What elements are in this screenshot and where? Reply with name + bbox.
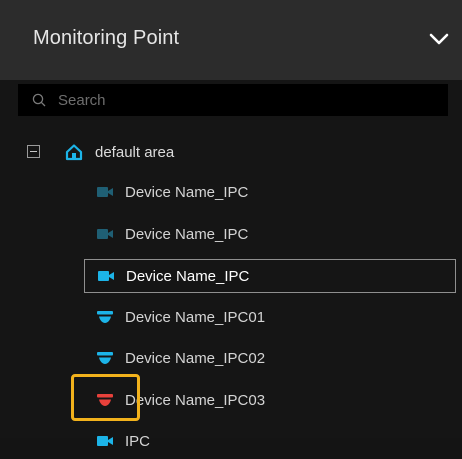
tree-item-label: Device Name_IPC	[126, 268, 250, 285]
camera-offline-icon	[96, 185, 114, 199]
panel-header[interactable]: Monitoring Point	[0, 0, 462, 80]
dome-camera-online-icon	[96, 351, 114, 365]
tree-item-label: Device Name_IPC03	[125, 392, 266, 409]
tree-item-device[interactable]: IPC	[84, 425, 456, 459]
collapse-toggle[interactable]	[27, 145, 40, 158]
tree-item-device[interactable]: Device Name_IPC	[84, 218, 456, 252]
tree-node-label: default area	[95, 144, 175, 161]
search-box[interactable]	[18, 84, 448, 116]
monitoring-point-panel: Monitoring Point default area Device Nam…	[0, 0, 462, 450]
tree-item-device[interactable]: Device Name_IPC	[84, 259, 456, 293]
camera-online-icon	[96, 434, 114, 448]
dome-camera-online-icon	[96, 310, 114, 324]
tree-item-label: Device Name_IPC	[125, 184, 249, 201]
tree-item-device[interactable]: Device Name_IPC01	[84, 301, 456, 335]
panel-title: Monitoring Point	[33, 27, 180, 49]
home-icon	[65, 144, 83, 161]
tree-item-label: Device Name_IPC02	[125, 350, 266, 367]
camera-offline-icon	[96, 227, 114, 241]
search-icon	[32, 93, 46, 107]
dome-camera-alarm-icon	[96, 393, 114, 407]
chevron-down-icon[interactable]	[428, 30, 450, 48]
tree-item-device[interactable]: Device Name_IPC02	[84, 342, 456, 376]
tree-item-device[interactable]: Device Name_IPC	[84, 176, 456, 210]
search-input[interactable]	[58, 88, 438, 112]
tree-node-default-area[interactable]: default area	[0, 136, 462, 170]
camera-online-icon	[97, 269, 115, 283]
tree-item-label: Device Name_IPC01	[125, 309, 266, 326]
tree-item-label: Device Name_IPC	[125, 226, 249, 243]
tree-item-device[interactable]: Device Name_IPC03	[84, 384, 456, 418]
tree-item-label: IPC	[125, 433, 151, 450]
